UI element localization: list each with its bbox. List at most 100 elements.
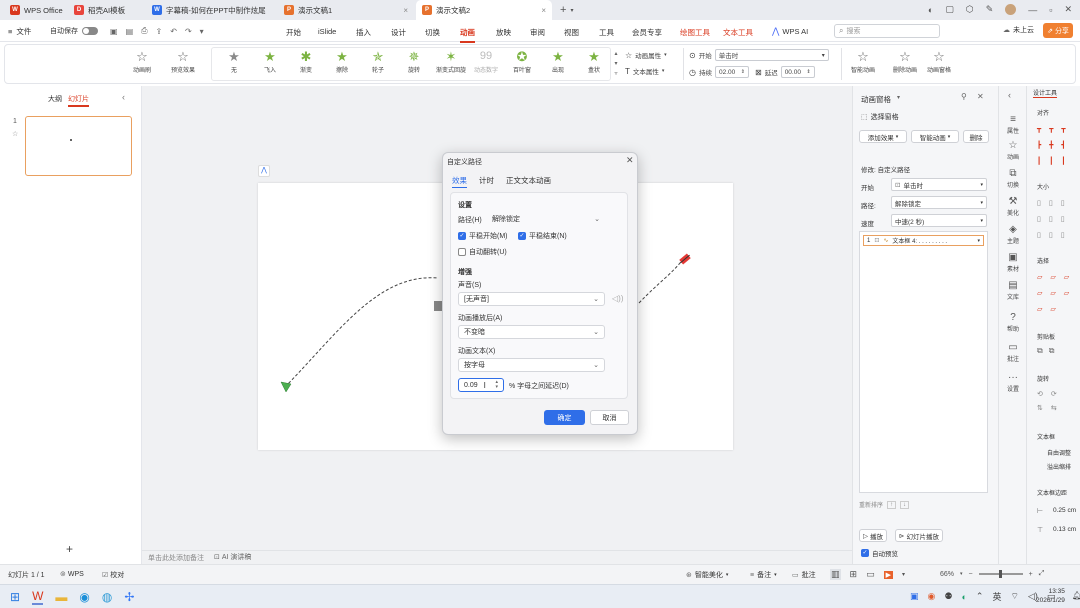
- menu-view[interactable]: 视图: [564, 27, 579, 38]
- effect-fly-in[interactable]: ★ 飞入: [253, 49, 287, 74]
- menu-transition[interactable]: 切换: [425, 27, 440, 38]
- auto-preview-checkbox[interactable]: ✓ 自动预览: [861, 548, 898, 558]
- ime-indicator[interactable]: 英: [992, 590, 1001, 603]
- network-icon[interactable]: ⌔: [1010, 591, 1018, 602]
- side-library[interactable]: ▤ 文库: [999, 280, 1027, 301]
- tab-timing[interactable]: 计时: [479, 175, 494, 186]
- effect-fade[interactable]: ✱ 渐变: [289, 49, 323, 74]
- smart-animation-button[interactable]: ☆ 智能动画: [843, 49, 883, 74]
- margin-left-value[interactable]: 0.25 cm: [1053, 507, 1076, 514]
- autofit-option[interactable]: 自由调整: [1047, 448, 1071, 457]
- zoom-slider[interactable]: [978, 570, 1023, 578]
- select-pane-button[interactable]: ⬚ 选择窗格: [861, 112, 899, 122]
- hamburger-icon[interactable]: ≡: [8, 27, 12, 36]
- after-animation-select[interactable]: 不变暗 ⌄: [458, 325, 605, 339]
- effect-dynamic-number[interactable]: 99 动态数字: [469, 49, 503, 74]
- save-icon[interactable]: ▣: [110, 27, 118, 36]
- smart-animation-button[interactable]: 智能动画 ▾: [911, 130, 959, 143]
- tray-app-icon[interactable]: ⚉: [944, 591, 952, 602]
- effect-none[interactable]: ★ 无: [217, 49, 251, 74]
- path-select[interactable]: 解除锁定 ⌄: [487, 212, 605, 226]
- tray-app-icon[interactable]: ◉: [928, 591, 936, 602]
- menu-file[interactable]: 文件: [16, 26, 31, 37]
- share-button[interactable]: ⇗ 分享: [1043, 23, 1073, 38]
- menu-drawing-tools[interactable]: 绘图工具: [680, 27, 710, 38]
- effect-gradual-swivel[interactable]: ✶ 渐变式回旋: [431, 49, 471, 74]
- smooth-start-checkbox[interactable]: ✓ 平稳开始(M): [458, 231, 508, 241]
- animation-pane-button[interactable]: ☆ 动画窗格: [919, 49, 959, 74]
- anim-props-button[interactable]: ☆ 动画属性 ▾: [625, 50, 667, 61]
- tab-text-animation[interactable]: 正文文本动画: [506, 175, 551, 186]
- sorter-view-icon[interactable]: ⊞: [850, 569, 858, 580]
- tab-docer-templates[interactable]: D 稻壳AI模板: [68, 0, 144, 20]
- move-up-icon[interactable]: ↑: [887, 500, 897, 509]
- spinner-icon[interactable]: ▴ ▾: [495, 380, 498, 390]
- windows-start-icon[interactable]: ⊞: [10, 590, 20, 604]
- close-icon[interactable]: ✕: [977, 92, 984, 101]
- side-beautify[interactable]: ⚒ 美化: [999, 196, 1027, 217]
- clock[interactable]: 13:35 2026/1/29: [1036, 587, 1065, 605]
- play-slideshow-icon[interactable]: ▶: [883, 570, 893, 579]
- feishu-icon[interactable]: ✢: [124, 590, 134, 604]
- gallery-scroll[interactable]: ▴ ▾ ▿: [611, 49, 621, 79]
- speaker-icon[interactable]: ◁)): [612, 294, 623, 303]
- window-layout-icon[interactable]: ▢: [945, 4, 954, 15]
- menu-animation[interactable]: 动画: [460, 27, 475, 43]
- effect-blinds[interactable]: ✪ 百叶窗: [505, 49, 539, 74]
- notes-toggle[interactable]: ≡ 备注 ▾: [750, 570, 777, 580]
- side-settings[interactable]: ··· 设置: [999, 372, 1027, 393]
- undo-icon[interactable]: ↶: [170, 27, 177, 36]
- tab-presentation-1[interactable]: P 演示文稿1 ×: [278, 0, 414, 20]
- effect-spin[interactable]: ✵ 旋转: [397, 49, 431, 74]
- add-effect-button[interactable]: 添加效果 ▾: [859, 130, 907, 143]
- folder-icon[interactable]: ▤: [126, 27, 134, 36]
- move-down-icon[interactable]: ↓: [900, 500, 910, 509]
- rotate-buttons[interactable]: ⟲⟳ ⇅⇆: [1037, 388, 1077, 416]
- side-theme[interactable]: ◈ 主题: [999, 224, 1027, 245]
- slide-thumbnail[interactable]: [25, 116, 132, 176]
- path-select[interactable]: 解除锁定 ▾: [891, 196, 987, 209]
- menu-start[interactable]: 开始: [286, 27, 301, 38]
- cube-icon[interactable]: ⬡: [966, 4, 974, 15]
- side-help[interactable]: ? 帮助: [999, 312, 1027, 333]
- tray-app-icon[interactable]: ◐: [961, 592, 966, 602]
- brush-icon[interactable]: ✎: [986, 4, 994, 15]
- menu-member[interactable]: 会员专享: [632, 27, 662, 38]
- more-icon[interactable]: ▾: [200, 27, 204, 36]
- tab-effect[interactable]: 效果: [452, 175, 467, 188]
- maximize-icon[interactable]: ▫: [1049, 5, 1052, 15]
- slideshow-options-icon[interactable]: ▾: [902, 571, 905, 578]
- menu-islide[interactable]: iSlide: [318, 27, 336, 36]
- wps-status[interactable]: ⊚ WPS: [60, 570, 84, 579]
- menu-tools[interactable]: 工具: [599, 27, 614, 38]
- speed-select[interactable]: 中速(2 秒) ▾: [891, 214, 987, 227]
- theme-icon[interactable]: ◐: [928, 5, 933, 15]
- side-comments[interactable]: ▭ 批注: [999, 342, 1027, 363]
- notes-bar[interactable]: 单击此处添加备注 ⊡ AI 演讲稿: [142, 550, 852, 564]
- new-tab-button[interactable]: + ▾: [554, 0, 578, 20]
- tab-outline[interactable]: 大纲: [48, 94, 62, 104]
- ai-speech-button[interactable]: ⊡ AI 演讲稿: [214, 552, 251, 562]
- menu-design[interactable]: 设计: [391, 27, 406, 38]
- tray-app-icon[interactable]: ▣: [910, 591, 919, 602]
- close-tab-icon[interactable]: ×: [403, 6, 408, 15]
- add-slide-button[interactable]: +: [66, 542, 73, 556]
- start-select[interactable]: ⊡ 单击时 ▾: [891, 178, 987, 191]
- menu-slideshow[interactable]: 放映: [496, 27, 511, 38]
- letter-delay-input[interactable]: 0.09 I ▴ ▾: [458, 378, 504, 392]
- play-button[interactable]: ▷ 播放: [859, 529, 887, 542]
- comments-toggle[interactable]: ▭ 批注: [792, 570, 816, 580]
- zoom-in-icon[interactable]: +: [1029, 571, 1033, 578]
- close-icon[interactable]: ✕: [626, 155, 634, 166]
- cloud-status[interactable]: ☁ 未上云: [1003, 25, 1034, 35]
- edge-icon[interactable]: ◉: [79, 590, 89, 604]
- animation-list-item[interactable]: 1 ⊡ ∿ 文本框 4: . . . . . . . . . ▾: [863, 235, 984, 246]
- duration-input[interactable]: 02.00 ⇕: [714, 66, 749, 78]
- side-animation[interactable]: ☆ 动画: [999, 140, 1027, 161]
- delay-input[interactable]: 00.00 ⇕: [780, 66, 815, 78]
- export-icon[interactable]: ⇪: [156, 27, 163, 36]
- smooth-end-checkbox[interactable]: ✓ 平稳结束(N): [518, 231, 567, 241]
- cancel-button[interactable]: 取消: [590, 410, 629, 425]
- select-buttons[interactable]: ▱▱▱ ▱▱▱ ▱▱: [1037, 270, 1077, 318]
- chevron-up-icon[interactable]: ⌃: [976, 591, 984, 602]
